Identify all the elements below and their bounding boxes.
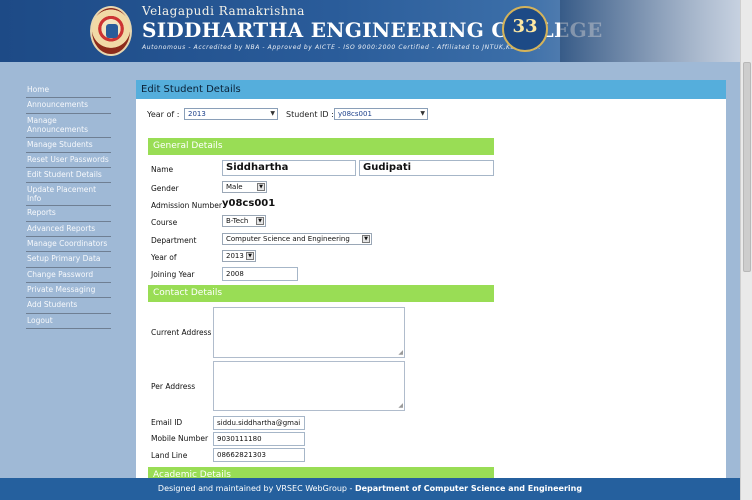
year-of-value: 2013 [226, 252, 244, 260]
chevron-down-icon: ▼ [256, 217, 264, 225]
admission-number-value: y08cs001 [222, 198, 276, 209]
badge-number: 33 [512, 16, 538, 37]
gender-select[interactable]: Male ▼ [222, 181, 267, 193]
department-label: Department [151, 236, 197, 245]
panel-title: Edit Student Details [136, 80, 726, 99]
student-id-value: y08cs001 [338, 110, 372, 118]
admission-number-label: Admission Number [151, 201, 222, 210]
per-address-label: Per Address [151, 382, 196, 391]
resize-grip-icon[interactable]: ◢ [398, 349, 403, 356]
per-address-textarea[interactable]: ◢ [213, 361, 405, 411]
course-value: B-Tech [226, 217, 249, 225]
college-tagline: Autonomous - Accredited by NBA - Approve… [142, 44, 541, 51]
joining-year-field[interactable]: 2008 [222, 267, 298, 281]
sidebar-item-advanced-reports[interactable]: Advanced Reports [26, 222, 111, 238]
scrollbar-thumb[interactable] [743, 62, 751, 272]
chevron-down-icon: ▼ [362, 235, 370, 243]
student-id-select[interactable]: y08cs001 ▼ [334, 108, 428, 120]
sidebar-item-manage-coordinators[interactable]: Manage Coordinators [26, 237, 111, 253]
chevron-down-icon: ▼ [270, 110, 275, 117]
current-address-label: Current Address [151, 328, 212, 337]
edit-student-panel: Edit Student Details Year of : 2013 ▼ St… [136, 80, 726, 500]
year-of-select[interactable]: 2013 ▼ [222, 250, 256, 262]
year-filter-label: Year of : [147, 110, 180, 119]
last-name-field[interactable]: Gudipati [359, 160, 494, 176]
anniversary-badge-icon: 33 [502, 6, 548, 52]
landline-field[interactable]: 08662821303 [213, 448, 305, 462]
chevron-down-icon: ▼ [257, 183, 265, 191]
footer-department: Department of Computer Science and Engin… [354, 484, 583, 493]
chevron-down-icon: ▼ [246, 252, 254, 260]
college-logo-icon [90, 6, 132, 56]
landline-label: Land Line [151, 451, 188, 460]
sidebar-item-manage-students[interactable]: Manage Students [26, 138, 111, 153]
sidebar-item-logout[interactable]: Logout [26, 314, 111, 329]
current-address-textarea[interactable]: ◢ [213, 307, 405, 358]
resize-grip-icon[interactable]: ◢ [398, 402, 403, 409]
sidebar-nav: Home Announcements Manage Announcements … [26, 83, 111, 329]
email-label: Email ID [151, 418, 183, 427]
sidebar-item-private-messaging[interactable]: Private Messaging [26, 283, 111, 299]
chevron-down-icon: ▼ [420, 110, 425, 117]
site-footer: Designed and maintained by VRSEC WebGrou… [0, 478, 740, 500]
sidebar-item-setup-primary-data[interactable]: Setup Primary Data [26, 252, 111, 268]
year-of-label: Year of [151, 253, 177, 262]
department-value: Computer Science and Engineering [226, 235, 350, 243]
email-field[interactable]: siddu.siddhartha@gmai [213, 416, 305, 430]
site-header: Velagapudi Ramakrishna SIDDHARTHA ENGINE… [0, 0, 740, 62]
mobile-field[interactable]: 9030111180 [213, 432, 305, 446]
header-photo [560, 0, 740, 62]
sidebar-item-reports[interactable]: Reports [26, 206, 111, 222]
gender-value: Male [226, 183, 243, 191]
year-filter-value: 2013 [188, 110, 206, 118]
sidebar-item-announcements[interactable]: Announcements [26, 98, 111, 114]
vertical-scrollbar[interactable] [740, 0, 752, 500]
footer-text: Designed and maintained by VRSEC WebGrou… [157, 484, 355, 493]
course-select[interactable]: B-Tech ▼ [222, 215, 266, 227]
college-subtitle: Velagapudi Ramakrishna [142, 4, 305, 18]
first-name-field[interactable]: Siddhartha [222, 160, 356, 176]
sidebar-item-update-placement-info[interactable]: Update Placement Info [26, 183, 111, 207]
mobile-label: Mobile Number [151, 434, 209, 443]
sidebar-item-add-students[interactable]: Add Students [26, 298, 111, 314]
section-general-details: General Details [148, 138, 494, 155]
year-filter-select[interactable]: 2013 ▼ [184, 108, 278, 120]
sidebar-item-change-password[interactable]: Change Password [26, 268, 111, 283]
gender-label: Gender [151, 184, 179, 193]
name-label: Name [151, 165, 174, 174]
sidebar-item-edit-student-details[interactable]: Edit Student Details [26, 168, 111, 184]
joining-year-label: Joining Year [151, 270, 195, 279]
course-label: Course [151, 218, 178, 227]
department-select[interactable]: Computer Science and Engineering ▼ [222, 233, 372, 245]
sidebar-item-reset-user-passwords[interactable]: Reset User Passwords [26, 153, 111, 169]
sidebar-item-manage-announcements[interactable]: Manage Announcements [26, 114, 111, 138]
sidebar-item-home[interactable]: Home [26, 83, 111, 99]
student-id-label: Student ID : [286, 110, 334, 119]
section-contact-details: Contact Details [148, 285, 494, 302]
